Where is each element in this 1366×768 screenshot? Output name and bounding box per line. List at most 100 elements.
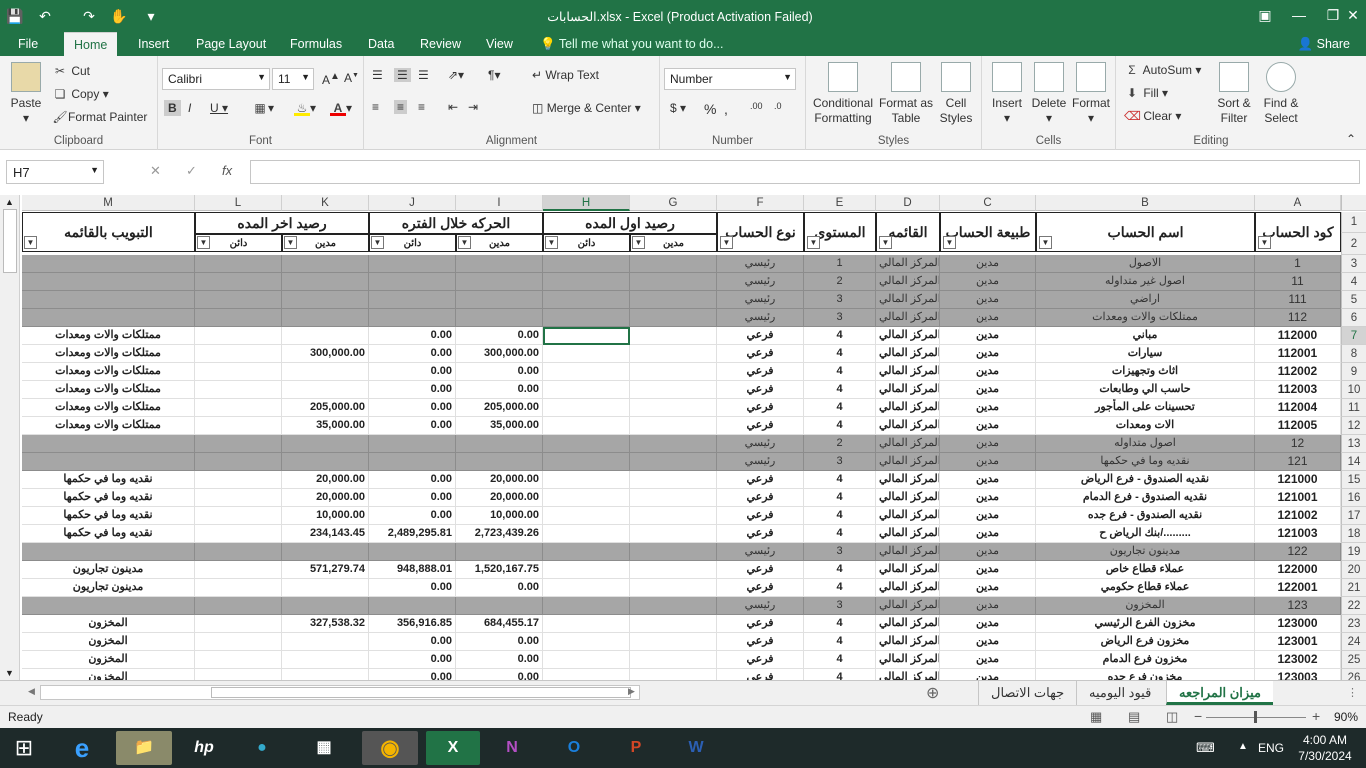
cell-c[interactable]: مدين: [940, 507, 1036, 525]
cell-d[interactable]: المركز المالي: [876, 507, 940, 525]
cell-g[interactable]: [630, 381, 717, 399]
cell-c[interactable]: مدين: [940, 633, 1036, 651]
cell-i[interactable]: [456, 597, 543, 615]
cell-h[interactable]: [543, 633, 630, 651]
cell-b[interactable]: مدينون تجاريون: [1036, 543, 1255, 561]
cell-f[interactable]: رئيسي: [717, 543, 804, 561]
cell-d[interactable]: المركز المالي: [876, 291, 940, 309]
cell-k[interactable]: 20,000.00: [282, 471, 369, 489]
cell-f[interactable]: فرعي: [717, 399, 804, 417]
cell-g[interactable]: [630, 291, 717, 309]
cell-l[interactable]: [195, 471, 282, 489]
onenote-icon[interactable]: N: [488, 731, 536, 765]
cell-k[interactable]: [282, 669, 369, 680]
cell-d[interactable]: المركز المالي: [876, 273, 940, 291]
cell-k[interactable]: [282, 363, 369, 381]
align-left-icon[interactable]: ≡: [372, 100, 379, 114]
cell-i[interactable]: 300,000.00: [456, 345, 543, 363]
enter-formula-icon[interactable]: ✓: [186, 163, 197, 179]
cell-m[interactable]: المخزون: [22, 615, 195, 633]
cell-b[interactable]: مخزون الفرع الرئيسي: [1036, 615, 1255, 633]
cell-i[interactable]: 20,000.00: [456, 489, 543, 507]
cell-g[interactable]: [630, 309, 717, 327]
cell-g[interactable]: [630, 651, 717, 669]
cell-b[interactable]: بنك الرياض ح/.........: [1036, 525, 1255, 543]
row-header[interactable]: 20: [1341, 561, 1366, 579]
cell-h[interactable]: [543, 579, 630, 597]
cell-a[interactable]: 112005: [1255, 417, 1341, 435]
cell-b[interactable]: تحسينات على المأجور: [1036, 399, 1255, 417]
row-header[interactable]: 3: [1341, 255, 1366, 273]
clear-button[interactable]: ⌫ Clear ▾: [1124, 108, 1181, 124]
cell-c[interactable]: مدين: [940, 471, 1036, 489]
cell-a[interactable]: 11: [1255, 273, 1341, 291]
cell-c[interactable]: مدين: [940, 345, 1036, 363]
insert-cells-button[interactable]: Insert ▾: [986, 62, 1028, 126]
cell-l[interactable]: [195, 651, 282, 669]
hp-icon[interactable]: hp: [180, 731, 228, 765]
cell-f[interactable]: فرعي: [717, 669, 804, 680]
cell-m[interactable]: ممتلكات والات ومعدات: [22, 345, 195, 363]
name-box[interactable]: H7 ▼: [6, 160, 104, 184]
cell-h[interactable]: [543, 255, 630, 273]
cell-i[interactable]: [456, 255, 543, 273]
tab-file[interactable]: File: [8, 32, 48, 56]
cell-d[interactable]: المركز المالي: [876, 561, 940, 579]
cell-f[interactable]: رئيسي: [717, 291, 804, 309]
cell-j[interactable]: 0.00: [369, 381, 456, 399]
cell-i[interactable]: 0.00: [456, 579, 543, 597]
cell-f[interactable]: رئيسي: [717, 453, 804, 471]
cell-f[interactable]: رئيسي: [717, 597, 804, 615]
decrease-indent-icon[interactable]: ⇤: [448, 100, 458, 114]
row-header[interactable]: 11: [1341, 399, 1366, 417]
cell-c[interactable]: مدين: [940, 561, 1036, 579]
cell-l[interactable]: [195, 291, 282, 309]
cell-j[interactable]: 0.00: [369, 507, 456, 525]
cell-c[interactable]: مدين: [940, 525, 1036, 543]
cell-a[interactable]: 112003: [1255, 381, 1341, 399]
row-header[interactable]: 7: [1341, 327, 1366, 345]
cell-j[interactable]: [369, 255, 456, 273]
keyboard-icon[interactable]: ⌨: [1196, 740, 1215, 756]
cell-g[interactable]: [630, 345, 717, 363]
save-icon[interactable]: 💾: [4, 5, 26, 27]
tell-me-box[interactable]: 💡 Tell me what you want to do...: [540, 32, 724, 56]
autosum-button[interactable]: Σ AutoSum ▾: [1124, 62, 1201, 78]
cell-m[interactable]: ممتلكات والات ومعدات: [22, 417, 195, 435]
cell-c[interactable]: مدين: [940, 417, 1036, 435]
italic-button[interactable]: I: [188, 101, 191, 115]
row-header[interactable]: 14: [1341, 453, 1366, 471]
filter-dropdown-i[interactable]: ▼: [458, 236, 471, 249]
outlook-icon[interactable]: O: [550, 731, 598, 765]
cell-k[interactable]: [282, 597, 369, 615]
cell-j[interactable]: 0.00: [369, 669, 456, 680]
cell-c[interactable]: مدين: [940, 399, 1036, 417]
cell-c[interactable]: مدين: [940, 597, 1036, 615]
cell-j[interactable]: 0.00: [369, 399, 456, 417]
cell-h[interactable]: [543, 453, 630, 471]
sheet-nav-icon[interactable]: ⋮: [1347, 686, 1358, 699]
cell-e[interactable]: 4: [804, 417, 876, 435]
number-format-select[interactable]: Number ▼: [664, 68, 796, 90]
format-as-table-button[interactable]: Format as Table: [878, 62, 934, 126]
cell-k[interactable]: [282, 327, 369, 345]
cell-m[interactable]: نقديه وما في حكمها: [22, 507, 195, 525]
cell-styles-button[interactable]: Cell Styles: [934, 62, 978, 126]
ribbon-display-icon[interactable]: ▣: [1248, 0, 1282, 32]
cell-a[interactable]: 123002: [1255, 651, 1341, 669]
filter-dropdown-j[interactable]: ▼: [371, 236, 384, 249]
row-header[interactable]: 13: [1341, 435, 1366, 453]
cell-e[interactable]: 4: [804, 489, 876, 507]
minimize-icon[interactable]: —: [1282, 0, 1316, 32]
cell-c[interactable]: مدين: [940, 579, 1036, 597]
scroll-down-icon[interactable]: ▼: [5, 668, 14, 678]
row-header[interactable]: 26: [1341, 669, 1366, 680]
cell-h[interactable]: [543, 543, 630, 561]
column-header-e[interactable]: E: [804, 195, 876, 211]
file-explorer-icon[interactable]: 📁: [116, 731, 172, 765]
cell-k[interactable]: [282, 309, 369, 327]
tab-formulas[interactable]: Formulas: [280, 32, 352, 56]
cell-h[interactable]: [543, 381, 630, 399]
cell-d[interactable]: المركز المالي: [876, 597, 940, 615]
cell-l[interactable]: [195, 381, 282, 399]
